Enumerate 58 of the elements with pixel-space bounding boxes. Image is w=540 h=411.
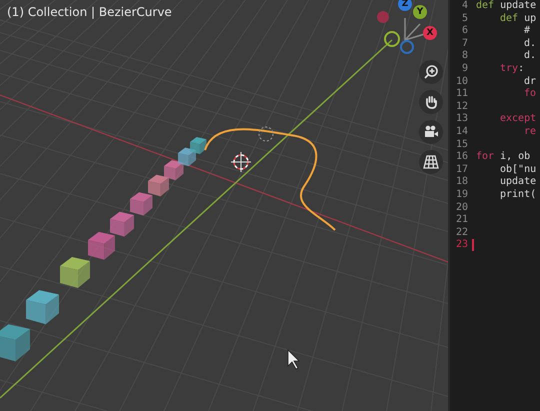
code-line: dr	[524, 76, 536, 88]
cube	[88, 232, 115, 260]
code-line: print(	[500, 188, 536, 202]
code-line: fo	[524, 88, 536, 101]
line-number: 18	[454, 176, 468, 189]
cube	[130, 192, 152, 216]
hand-icon[interactable]	[419, 90, 443, 114]
grid-icon[interactable]	[419, 150, 443, 174]
viewport-header-text: (1) Collection | BezierCurve	[7, 5, 172, 19]
line-number: 21	[454, 214, 468, 227]
line-number: 22	[454, 226, 468, 240]
code-line: def update	[476, 0, 536, 13]
negative-axis-handle[interactable]	[400, 40, 414, 54]
code-line: d.	[524, 38, 536, 50]
line-number: 16	[454, 151, 468, 164]
3d-cursor-icon	[230, 152, 252, 172]
code-line: update	[500, 176, 536, 189]
origin-icon	[258, 126, 274, 142]
text-caret	[472, 239, 474, 252]
line-number: 12	[454, 100, 468, 114]
line-number: 15	[454, 138, 468, 152]
mouse-pointer-icon	[288, 349, 300, 370]
negative-axis-handle[interactable]	[377, 11, 389, 23]
negative-axis-handle[interactable]	[384, 31, 400, 47]
camera-icon[interactable]	[419, 120, 443, 144]
axis-gizmo-handle[interactable]: X	[423, 26, 437, 40]
code-line: def up	[500, 12, 536, 26]
code-line: ob["nu	[500, 164, 536, 176]
line-number: 9	[460, 62, 468, 76]
code-line: #	[524, 25, 530, 38]
line-number: 20	[454, 202, 468, 214]
zoom-icon[interactable]	[419, 60, 443, 84]
code-line: try:	[500, 62, 524, 76]
line-number: 11	[454, 88, 468, 101]
cube	[164, 160, 184, 180]
line-number: 7	[460, 38, 468, 50]
axis-gizmo-handle[interactable]: Y	[413, 5, 427, 19]
cube	[148, 174, 169, 196]
line-number: 4	[460, 0, 468, 13]
cube	[60, 257, 90, 288]
line-number: 19	[454, 188, 468, 202]
line-number: 13	[454, 113, 468, 126]
code-line: for i, ob	[476, 151, 530, 164]
line-number: 8	[460, 50, 468, 63]
cube	[110, 212, 134, 237]
line-number: 6	[460, 25, 468, 38]
line-number: 14	[454, 126, 468, 139]
code-line: except	[500, 113, 536, 126]
cube	[190, 137, 206, 154]
code-line: re	[524, 126, 536, 139]
cube	[26, 290, 59, 324]
cube	[178, 148, 196, 166]
line-number: 5	[460, 12, 468, 26]
line-number: 23	[454, 239, 468, 252]
line-number: 17	[454, 164, 468, 176]
line-number: 10	[454, 76, 468, 88]
code-line: d.	[524, 50, 536, 63]
cube	[0, 324, 30, 362]
